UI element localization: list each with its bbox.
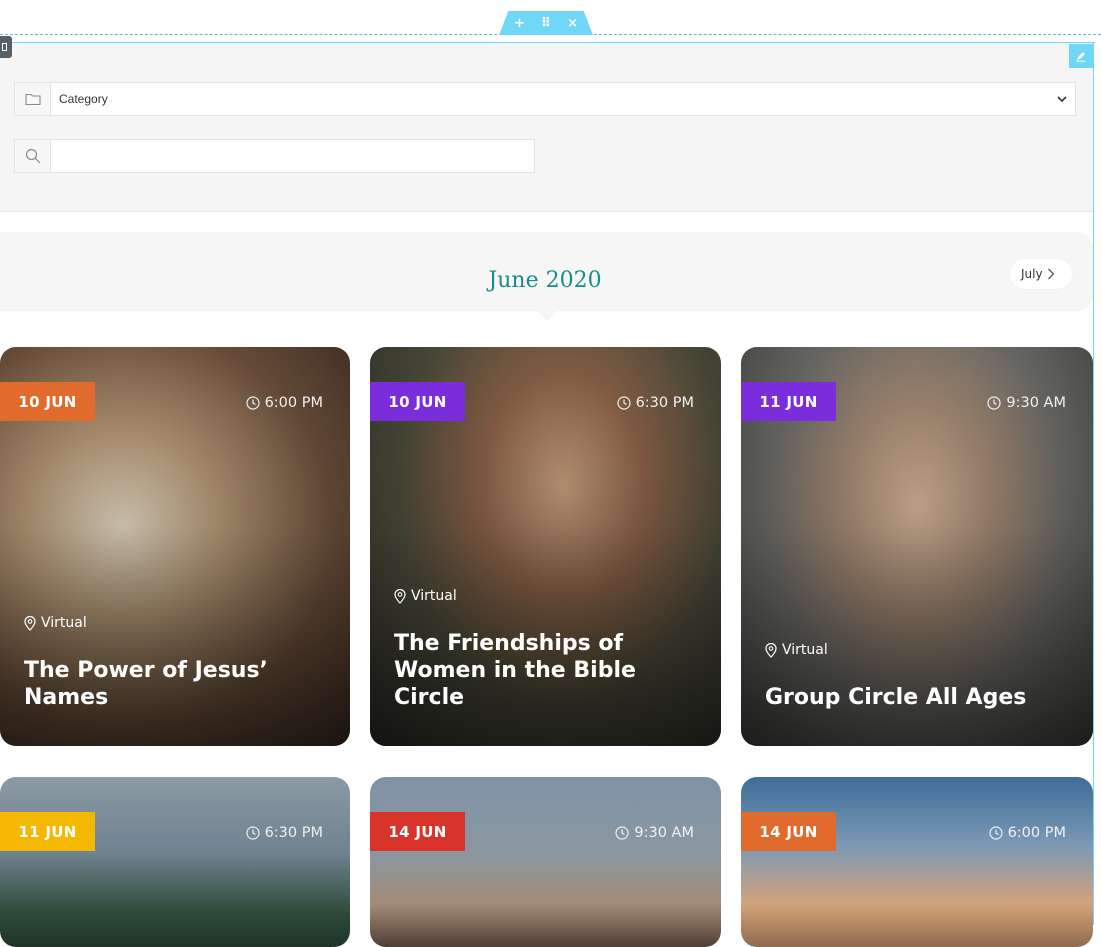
event-card[interactable]: 10 JUN 6:30 PM Virtual The Friendships o… — [370, 347, 721, 746]
event-card[interactable]: 11 JUN 9:30 AM Virtual Group Circle All … — [741, 347, 1093, 746]
event-card[interactable]: 10 JUN 6:00 PM Virtual The Power of Jesu… — [0, 347, 350, 746]
event-location: Virtual — [765, 642, 828, 658]
event-date-badge: 11 JUN — [0, 812, 95, 851]
event-card[interactable]: 11 JUN 6:30 PM — [0, 777, 350, 947]
month-title: June 2020 — [488, 268, 602, 293]
map-pin-icon — [765, 642, 777, 658]
folder-icon — [15, 83, 51, 115]
column-handle[interactable] — [0, 36, 12, 58]
event-location-text: Virtual — [782, 642, 828, 658]
event-title[interactable]: The Friendships of Women in the Bible Ci… — [394, 630, 701, 711]
clock-icon — [615, 826, 629, 840]
category-selected-value: Category — [59, 92, 108, 106]
event-time: 9:30 AM — [987, 395, 1066, 411]
event-time: 6:30 PM — [245, 825, 323, 841]
event-image — [741, 777, 1093, 947]
search-input[interactable] — [51, 140, 534, 172]
event-time-text: 6:30 PM — [264, 825, 323, 841]
map-pin-icon — [394, 588, 406, 604]
event-time: 6:00 PM — [245, 395, 323, 411]
event-time: 6:00 PM — [988, 825, 1066, 841]
event-location-text: Virtual — [411, 588, 457, 604]
month-navigation-bar: June 2020 — [0, 232, 1093, 311]
event-image — [0, 777, 350, 947]
edit-widget-button[interactable] — [1069, 44, 1093, 68]
event-title[interactable]: The Power of Jesus’ Names — [24, 657, 330, 711]
event-time-text: 6:30 PM — [635, 395, 694, 411]
chevron-down-icon — [1057, 95, 1067, 102]
event-time: 6:30 PM — [616, 395, 694, 411]
chevron-right-icon — [1047, 268, 1055, 280]
search-filter[interactable] — [14, 139, 535, 173]
category-select[interactable]: Category — [51, 83, 1075, 115]
filter-panel: Category — [0, 43, 1093, 212]
pencil-icon — [1076, 52, 1086, 62]
category-filter[interactable]: Category — [14, 82, 1076, 116]
clock-icon — [987, 396, 1001, 410]
event-date-badge: 10 JUN — [0, 382, 95, 421]
event-time-text: 9:30 AM — [1006, 395, 1066, 411]
event-time: 9:30 AM — [615, 825, 694, 841]
map-pin-icon — [24, 615, 36, 631]
event-date-badge: 14 JUN — [370, 812, 465, 851]
event-location: Virtual — [24, 615, 87, 631]
next-month-button[interactable]: July — [1010, 259, 1072, 289]
event-location-text: Virtual — [41, 615, 87, 631]
next-month-label: July — [1021, 267, 1043, 281]
event-image — [370, 777, 721, 947]
widget-outline-right — [1093, 42, 1094, 925]
clock-icon — [245, 396, 260, 410]
event-date-badge: 14 JUN — [741, 812, 836, 851]
event-location: Virtual — [394, 588, 457, 604]
event-date-badge: 10 JUN — [370, 382, 465, 421]
event-card[interactable]: 14 JUN 6:00 PM — [741, 777, 1093, 947]
close-icon[interactable]: × — [567, 17, 578, 30]
search-icon — [15, 140, 51, 172]
drag-handle-icon[interactable]: ⠿ — [541, 17, 551, 30]
event-time-text: 6:00 PM — [1007, 825, 1066, 841]
section-handle[interactable]: + ⠿ × — [499, 11, 593, 35]
event-date-badge: 11 JUN — [741, 382, 836, 421]
clock-icon — [616, 396, 631, 410]
clock-icon — [245, 826, 260, 840]
event-time-text: 9:30 AM — [634, 825, 694, 841]
month-bar-pointer — [537, 311, 557, 321]
event-card[interactable]: 14 JUN 9:30 AM — [370, 777, 721, 947]
event-time-text: 6:00 PM — [264, 395, 323, 411]
add-section-icon[interactable]: + — [514, 17, 525, 30]
event-title[interactable]: Group Circle All Ages — [765, 684, 1073, 711]
clock-icon — [988, 826, 1003, 840]
